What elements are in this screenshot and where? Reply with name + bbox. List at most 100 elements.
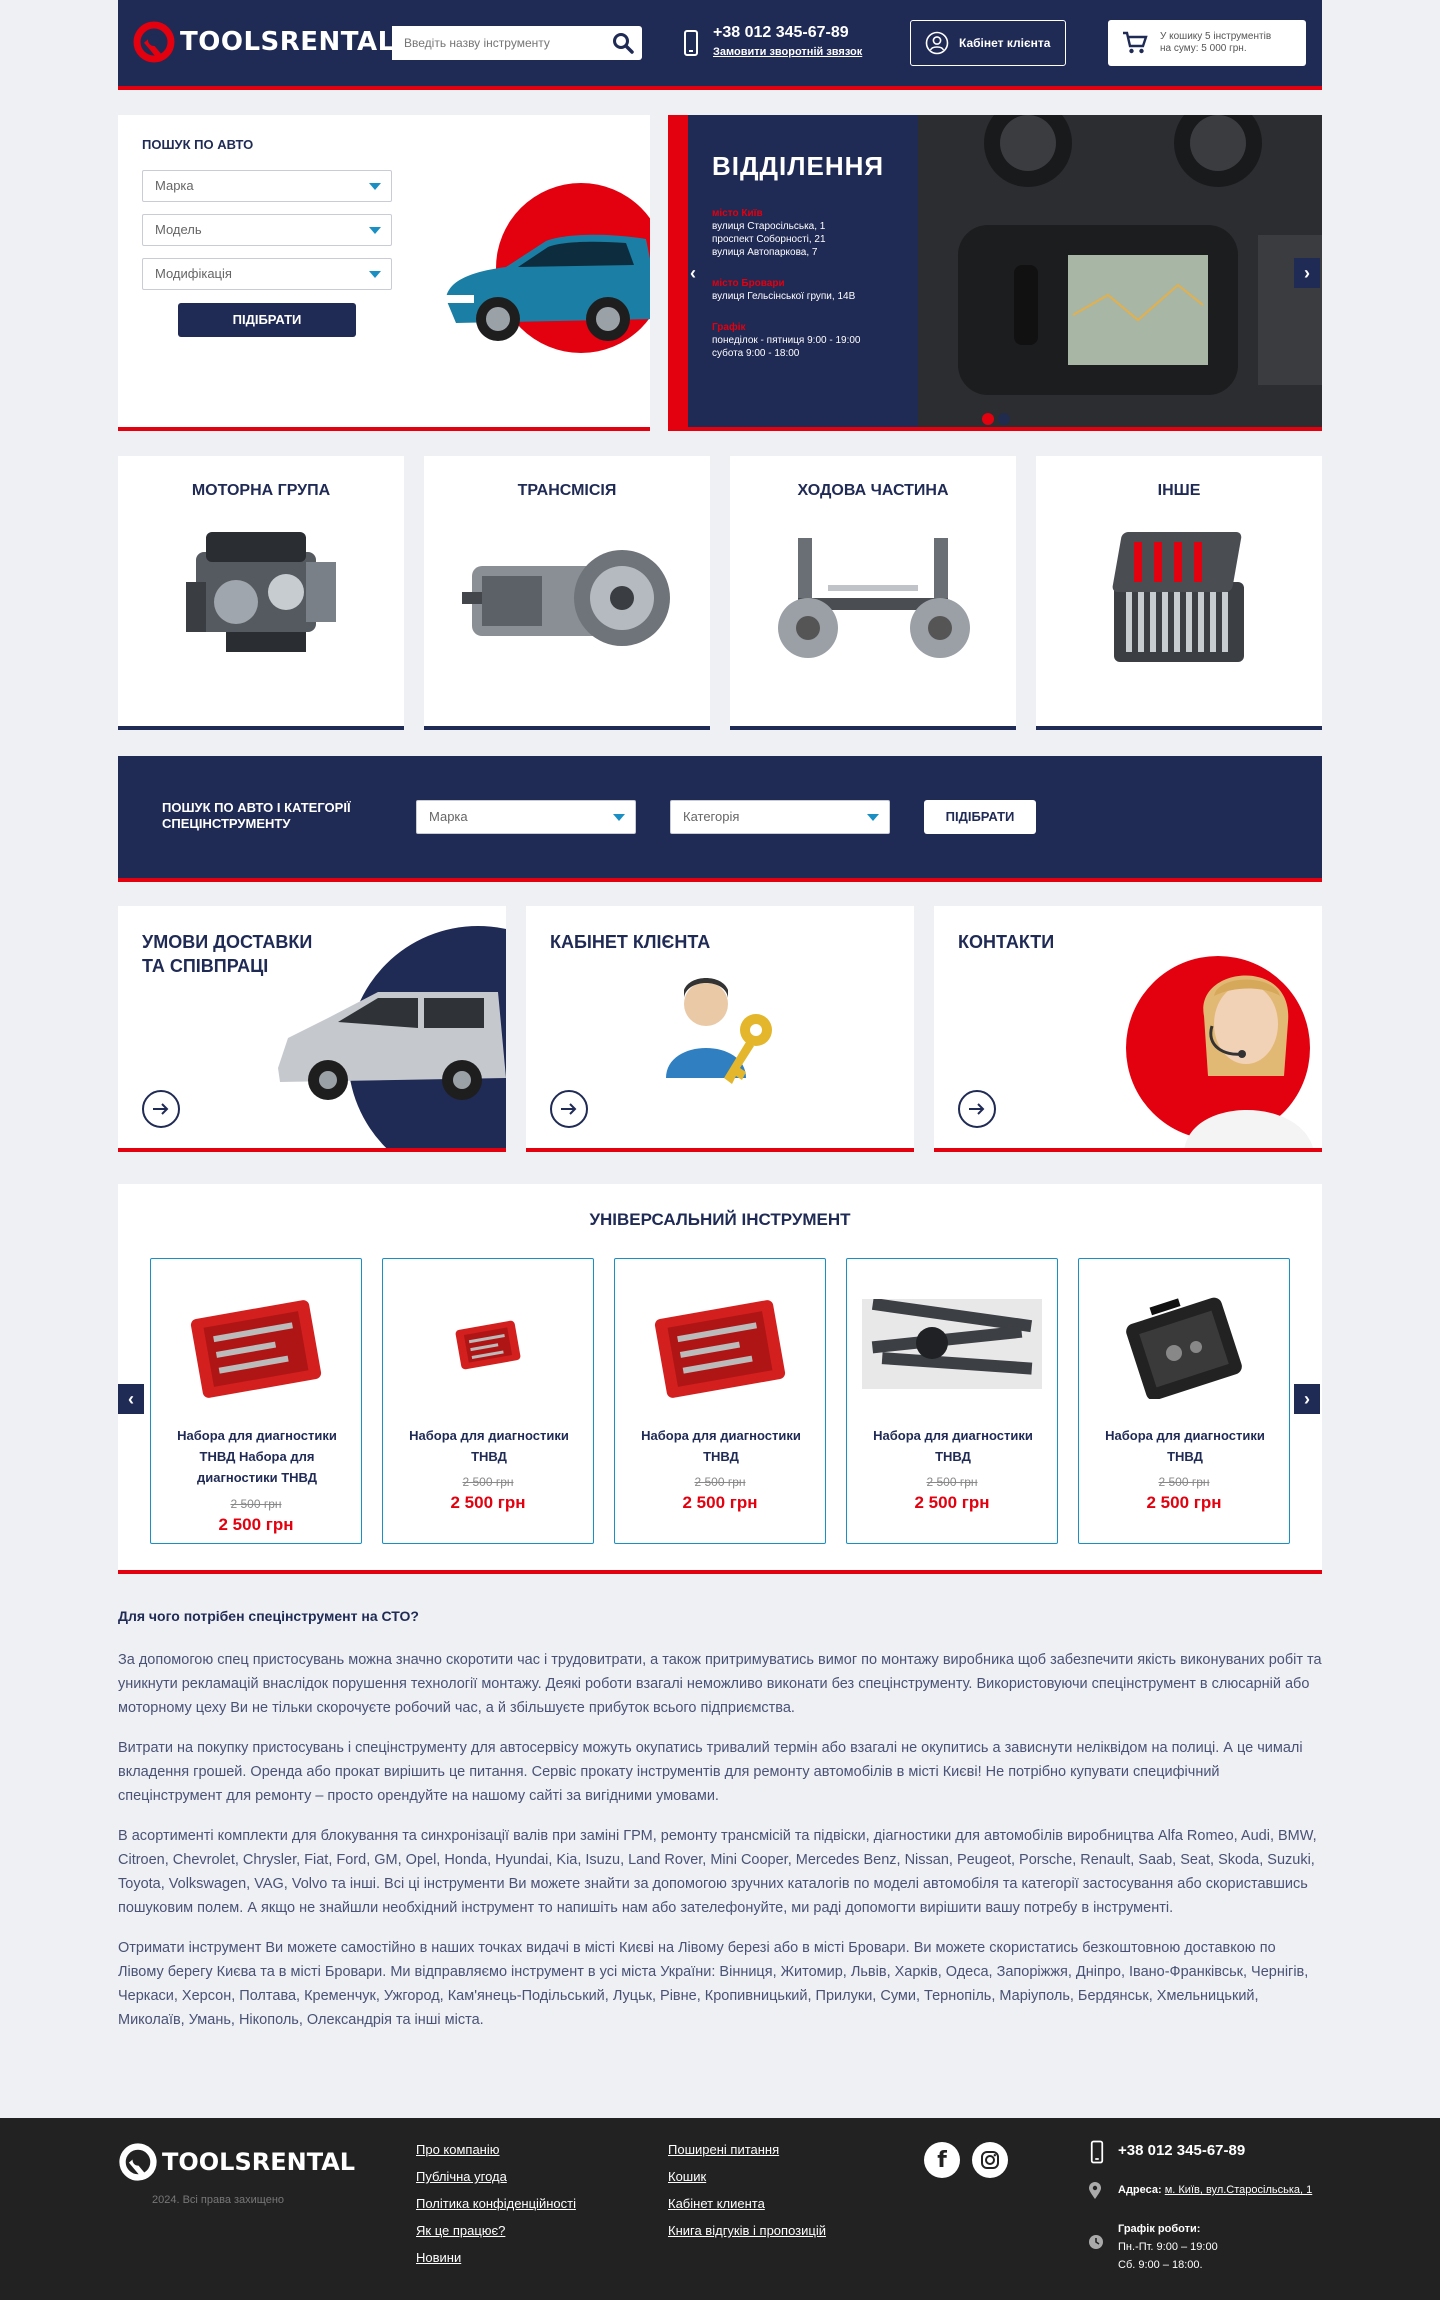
chevron-down-icon (369, 227, 381, 234)
callback-link[interactable]: Замовити зворотній звязок (713, 46, 862, 58)
red-case-icon (654, 1300, 786, 1398)
header-phone[interactable]: +38 012 345-67-89 (713, 24, 849, 42)
auto-search-button[interactable]: ПІДІБРАТИ (178, 303, 356, 337)
slider-dot[interactable] (998, 413, 1010, 425)
van-image (278, 992, 506, 1100)
product-name-line: Набора для диагностики (177, 1428, 337, 1443)
site-footer: TOOLSRENTAL 2024. Всі права захищено Про… (0, 2118, 1440, 2300)
footer-link-about[interactable]: Про компанію (416, 2142, 500, 2157)
cart-total-text: на суму: 5 000 грн. (1160, 43, 1247, 54)
product-image (847, 1269, 1057, 1419)
seo-article: Для чого потрібен спецінструмент на СТО?… (118, 1604, 1322, 2048)
arrow-right-icon[interactable] (550, 1090, 588, 1128)
product-name-line: диагностики ТНВД (196, 1470, 317, 1485)
product-name-line: ТНВД (703, 1449, 739, 1464)
engine-icon (186, 532, 336, 652)
slider-next-arrow-icon[interactable]: › (1294, 258, 1320, 288)
arrow-right-glyph-icon (561, 1103, 577, 1115)
arrow-right-glyph-icon (969, 1103, 985, 1115)
product-card[interactable]: Набора для диагностики ТНВД 2 500 грн 2 … (614, 1258, 826, 1544)
logo[interactable]: TOOLSRENTAL (132, 20, 395, 64)
product-name-line: Набора для диагностики (1105, 1428, 1265, 1443)
category-card-transmission[interactable]: ТРАНСМІСІЯ (424, 456, 710, 730)
mobile-phone-icon (1090, 2140, 1104, 2164)
product-card[interactable]: Набора для диагностики ТНВД Набора для д… (150, 1258, 362, 1544)
branches-title: ВІДДІЛЕННЯ (712, 151, 885, 181)
products-next-arrow-icon[interactable]: › (1294, 1384, 1320, 1414)
address-link[interactable]: м. Київ, вул.Старосільська, 1 (1165, 2184, 1313, 2196)
product-old-price: 2 500 грн (926, 1475, 978, 1489)
product-image (615, 1269, 825, 1419)
model-select[interactable]: Модель (142, 214, 392, 246)
footer-link-reviews[interactable]: Книга відгуків і пропозицій (668, 2223, 826, 2238)
slider-prev-arrow-icon[interactable]: ‹ (688, 258, 706, 288)
slider-dot-active[interactable] (982, 413, 994, 425)
arrow-right-icon[interactable] (142, 1090, 180, 1128)
product-name-line: ТНВД (471, 1449, 507, 1464)
footer-link-news[interactable]: Новини (416, 2250, 461, 2265)
product-price: 2 500 грн (1146, 1493, 1222, 1512)
contacts-title-line: КОНТАКТИ (958, 932, 1055, 952)
footer-logo[interactable]: TOOLSRENTAL (118, 2142, 355, 2182)
cabinet-card[interactable]: КАБІНЕТ КЛІЄНТА (526, 906, 914, 1152)
footer-link-cabinet[interactable]: Кабінет клиента (668, 2196, 765, 2211)
category-make-value: Марка (429, 809, 468, 824)
kyiv-address: проспект Соборності, 21 (712, 234, 826, 245)
kyiv-label: місто Київ (712, 208, 763, 219)
product-name-line: Набора для диагностики (873, 1428, 1033, 1443)
product-name-line: ТНВД (1167, 1449, 1203, 1464)
delivery-title-line: УМОВИ ДОСТАВКИ (142, 932, 313, 952)
brovary-label: місто Бровари (712, 278, 785, 289)
product-card[interactable]: Набора для диагностики ТНВД 2 500 грн 2 … (846, 1258, 1058, 1544)
category-card-other[interactable]: ІНШЕ (1036, 456, 1322, 730)
car-navigation-image (918, 115, 1322, 427)
modification-select[interactable]: Модифікація (142, 258, 392, 290)
footer-logo-text: TOOLSRENTAL (162, 2148, 356, 2176)
article-paragraph: Витрати на покупку пристосувань і спецін… (118, 1740, 1303, 1804)
category-title: ІНШЕ (1157, 482, 1201, 499)
product-card[interactable]: Набора для диагностики ТНВД 2 500 грн 2 … (1078, 1258, 1290, 1544)
footer-phone[interactable]: +38 012 345-67-89 (1118, 2142, 1245, 2159)
branches-info: місто Київ вулиця Старосільська, 1 просп… (712, 207, 860, 360)
copyright: 2024. Всі права захищено (152, 2194, 285, 2206)
arrow-right-icon[interactable] (958, 1090, 996, 1128)
products-prev-arrow-icon[interactable]: ‹ (118, 1384, 144, 1414)
products-section: УНІВЕРСАЛЬНИЙ ІНСТРУМЕНТ ‹ › Набора для … (118, 1184, 1322, 1574)
cart-widget[interactable]: У кошику 5 інструментів на суму: 5 000 г… (1108, 20, 1306, 66)
blue-car-image (444, 234, 650, 341)
auto-search-title: ПОШУК ПО АВТО (142, 137, 254, 152)
search-box (392, 26, 642, 60)
product-old-price: 2 500 грн (230, 1497, 282, 1511)
footer-link-cart[interactable]: Кошик (668, 2169, 706, 2184)
category-search-button[interactable]: ПІДІБРАТИ (924, 800, 1036, 834)
footer-link-how-it-works[interactable]: Як це працює? (416, 2223, 505, 2238)
search-icon[interactable] (612, 32, 634, 54)
category-select[interactable]: Категорія (670, 800, 890, 834)
category-card-suspension[interactable]: ХОДОВА ЧАСТИНА (730, 456, 1016, 730)
category-make-select[interactable]: Марка (416, 800, 636, 834)
schedule-label: Графік (712, 322, 746, 333)
schedule-line: Сб. 9:00 – 18:00. (1118, 2259, 1203, 2271)
chevron-down-icon (369, 271, 381, 278)
product-price: 2 500 грн (218, 1515, 294, 1534)
category-search-title: ПОШУК ПО АВТО І КАТЕГОРІЇ СПЕЦІНСТРУМЕНТ… (162, 800, 351, 832)
contacts-title: КОНТАКТИ (958, 930, 1054, 954)
delivery-card[interactable]: УМОВИ ДОСТАВКИ ТА СПІВПРАЦІ (118, 906, 506, 1152)
footer-link-privacy[interactable]: Політика конфіденційності (416, 2196, 576, 2211)
client-cabinet-button[interactable]: Кабінет клієнта (910, 20, 1066, 66)
footer-link-faq[interactable]: Поширені питання (668, 2142, 779, 2157)
arrow-right-glyph-icon (153, 1103, 169, 1115)
facebook-icon[interactable]: f (924, 2142, 960, 2178)
site-header: TOOLSRENTAL +38 012 345-67-89 Замовити з… (118, 0, 1322, 90)
transmission-icon (462, 550, 670, 646)
category-title: ТРАНСМІСІЯ (517, 482, 617, 499)
footer-link-offer[interactable]: Публічна угода (416, 2169, 507, 2184)
wrench-logo-icon (119, 2143, 157, 2181)
category-card-engine[interactable]: МОТОРНА ГРУПА (118, 456, 404, 730)
instagram-icon[interactable] (972, 2142, 1008, 2178)
contacts-card[interactable]: КОНТАКТИ (934, 906, 1322, 1152)
product-name: Набора для диагностики ТНВД (625, 1425, 817, 1467)
product-card[interactable]: Набора для диагностики ТНВД 2 500 грн 2 … (382, 1258, 594, 1544)
make-select[interactable]: Марка (142, 170, 392, 202)
search-input[interactable] (392, 26, 592, 60)
